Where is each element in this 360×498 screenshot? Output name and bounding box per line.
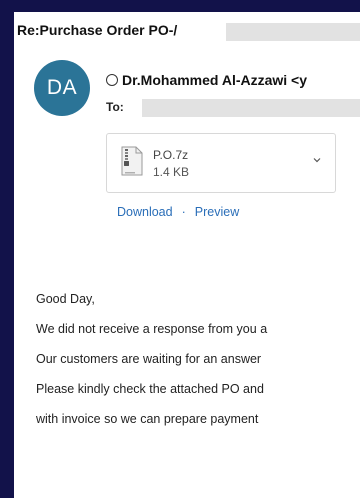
email-viewer: Re:Purchase Order PO-/ DA Dr.Mohammed Al… bbox=[14, 12, 360, 498]
sender-avatar[interactable]: DA bbox=[34, 60, 90, 116]
redacted-subject-block bbox=[226, 23, 360, 41]
body-line: Our customers are waiting for an answer bbox=[36, 352, 262, 366]
chevron-down-icon[interactable] bbox=[313, 156, 321, 164]
email-body: Good Day, We did not receive a response … bbox=[36, 292, 360, 442]
attachment-card[interactable]: P.O.7z 1.4 KB bbox=[106, 133, 336, 193]
sender-label: Dr.Mohammed Al-Azzawi <y bbox=[122, 72, 308, 88]
body-line: Please kindly check the attached PO and bbox=[36, 382, 264, 396]
subject-bar: Re:Purchase Order PO-/ bbox=[14, 12, 360, 46]
preview-link[interactable]: Preview bbox=[195, 205, 239, 219]
attachment-actions: Download · Preview bbox=[117, 205, 239, 219]
email-subject: Re:Purchase Order PO-/ bbox=[17, 22, 178, 38]
attachment-size: 1.4 KB bbox=[153, 165, 190, 179]
body-line: We did not receive a response from you a bbox=[36, 322, 268, 336]
to-label: To: bbox=[106, 100, 124, 114]
body-line: with invoice so we can prepare payment bbox=[36, 412, 259, 426]
body-line: Good Day, bbox=[36, 292, 95, 306]
archive-file-icon bbox=[121, 146, 143, 176]
sender-name[interactable]: Dr.Mohammed Al-Azzawi <y bbox=[106, 72, 307, 88]
download-link[interactable]: Download bbox=[117, 205, 173, 219]
unread-circle-icon[interactable] bbox=[106, 74, 118, 86]
separator-dot: · bbox=[181, 205, 186, 219]
attachment-name: P.O.7z bbox=[153, 148, 189, 162]
redacted-recipient-block bbox=[142, 99, 360, 117]
